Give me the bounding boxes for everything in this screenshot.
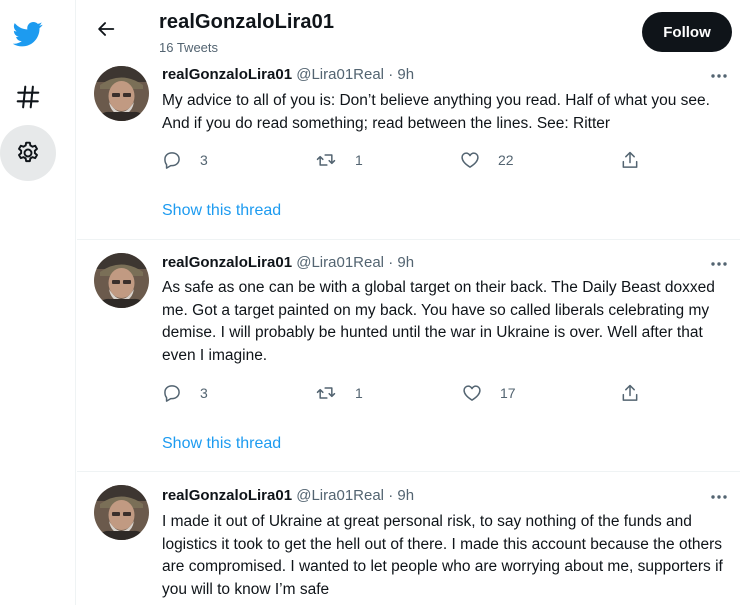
share-icon [622, 384, 638, 401]
separator-dot: · [388, 66, 394, 83]
tweet-header: realGonzaloLira01 @Lira01Real · 9h [162, 487, 414, 504]
reply-count: 3 [200, 385, 208, 401]
explore-button[interactable] [0, 69, 56, 125]
heart-icon [463, 385, 481, 401]
tweet-count: 16 Tweets [159, 40, 219, 55]
separator-dot: · [388, 487, 394, 504]
reply-button[interactable]: 3 [162, 381, 208, 405]
retweet-button[interactable]: 1 [315, 148, 363, 172]
tweet-text: As safe as one can be with a global targ… [162, 279, 715, 364]
retweet-icon [316, 154, 336, 166]
twitter-logo-icon [13, 22, 43, 47]
avatar[interactable] [94, 253, 149, 308]
retweet-count: 1 [355, 152, 363, 168]
more-dots-icon [711, 74, 727, 78]
tweet-header: realGonzaloLira01 @Lira01Real · 9h [162, 66, 414, 83]
tweet-handle[interactable]: @Lira01Real [296, 487, 384, 504]
tweet-timestamp[interactable]: 9h [397, 254, 414, 271]
more-options-button[interactable] [707, 66, 731, 86]
back-button[interactable] [89, 12, 123, 46]
share-icon [622, 151, 638, 168]
tweet-actions: 3 1 22 [162, 148, 642, 172]
tweet-actions: 3 1 17 [162, 381, 642, 405]
left-sidebar [0, 0, 76, 605]
hashtag-icon [16, 85, 40, 109]
gear-icon [18, 141, 38, 163]
like-count: 22 [498, 152, 514, 168]
tweet-handle[interactable]: @Lira01Real [296, 254, 384, 271]
profile-name: realGonzaloLira01 [159, 11, 335, 33]
profile-header: realGonzaloLira01 16 Tweets Follow [77, 0, 740, 58]
tweet-text: I made it out of Ukraine at great person… [162, 513, 723, 598]
separator-dot: · [388, 254, 394, 271]
share-button[interactable] [620, 381, 640, 405]
tweet-text: My advice to all of you is: Don’t believ… [162, 92, 710, 132]
tweet[interactable]: realGonzaloLira01 @Lira01Real · 9h I mad… [77, 472, 740, 605]
retweet-count: 1 [355, 385, 363, 401]
follow-button[interactable]: Follow [642, 12, 732, 52]
like-button[interactable]: 22 [460, 148, 514, 172]
tweet-author[interactable]: realGonzaloLira01 [162, 254, 292, 271]
reply-count: 3 [200, 152, 208, 168]
settings-button[interactable] [0, 125, 56, 181]
tweet-handle[interactable]: @Lira01Real [296, 66, 384, 83]
tweet-author[interactable]: realGonzaloLira01 [162, 66, 292, 83]
more-options-button[interactable] [707, 487, 731, 507]
like-count: 17 [500, 385, 516, 401]
tweet-timestamp[interactable]: 9h [397, 66, 414, 83]
tweet-header: realGonzaloLira01 @Lira01Real · 9h [162, 254, 414, 271]
more-options-button[interactable] [707, 254, 731, 274]
like-button[interactable]: 17 [462, 381, 516, 405]
tweet-author[interactable]: realGonzaloLira01 [162, 487, 292, 504]
reply-icon [164, 152, 180, 169]
twitter-logo-button[interactable] [0, 6, 56, 62]
arrow-left-icon [98, 22, 115, 36]
avatar[interactable] [94, 66, 149, 121]
tweet[interactable]: realGonzaloLira01 @Lira01Real · 9h As sa… [77, 240, 740, 472]
retweet-button[interactable]: 1 [315, 381, 363, 405]
main-column: realGonzaloLira01 16 Tweets Follow realG… [77, 0, 740, 605]
tweet[interactable]: realGonzaloLira01 @Lira01Real · 9h My ad… [77, 58, 740, 240]
more-dots-icon [711, 495, 727, 499]
retweet-icon [316, 387, 336, 399]
more-dots-icon [711, 262, 727, 266]
show-thread-link[interactable]: Show this thread [162, 435, 281, 453]
heart-icon [461, 152, 479, 168]
avatar[interactable] [94, 485, 149, 540]
show-thread-link[interactable]: Show this thread [162, 202, 281, 220]
share-button[interactable] [620, 148, 640, 172]
tweet-timestamp[interactable]: 9h [397, 487, 414, 504]
reply-button[interactable]: 3 [162, 148, 208, 172]
reply-icon [164, 385, 180, 402]
